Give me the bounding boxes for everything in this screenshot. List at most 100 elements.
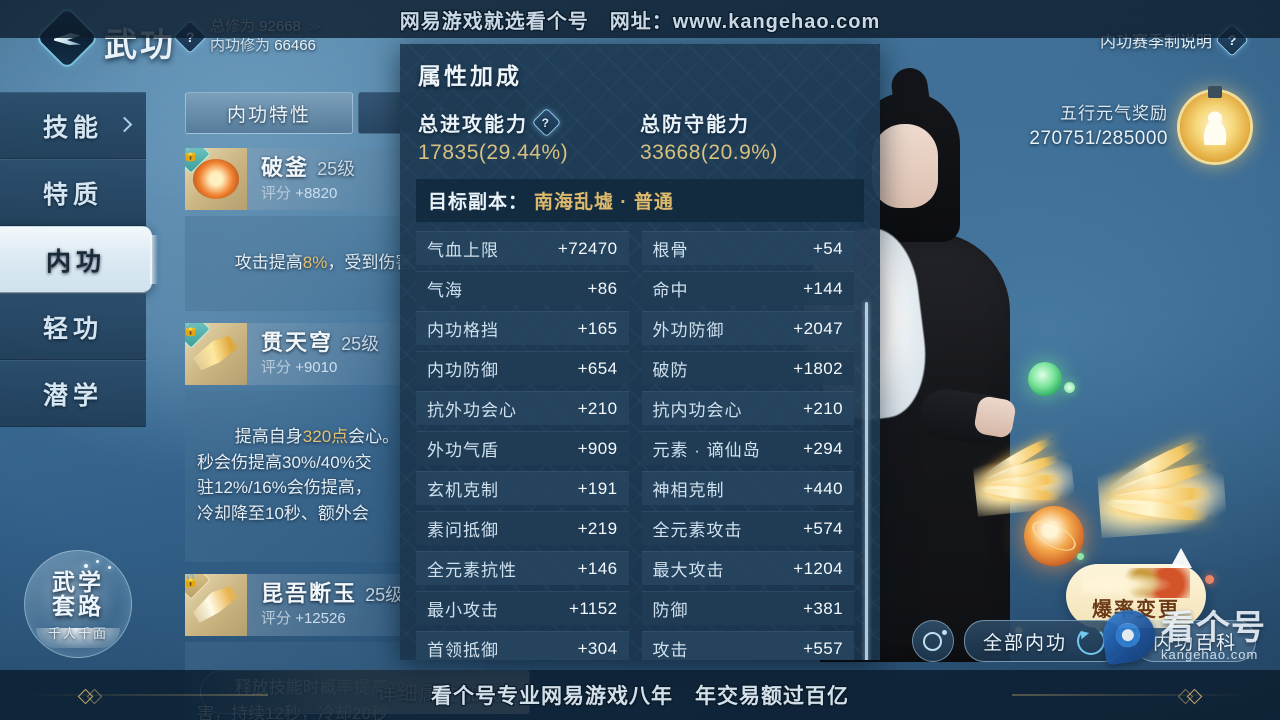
stat-value: +72470: [557, 238, 618, 258]
stat-name: 最小攻击: [427, 601, 499, 620]
skill-score-label: 评分: [261, 359, 292, 377]
watermark-top-text: 网易游戏就选看个号 网址：www.kangehao.com: [399, 10, 881, 33]
skill-level: 25级: [365, 584, 404, 605]
emblem-title-line2: 套路: [52, 593, 104, 620]
loot-items-icon: [1082, 568, 1190, 598]
stat-name: 外功防御: [652, 321, 725, 340]
sidebar-item-traits[interactable]: 特质: [0, 159, 146, 226]
stat-name: 气海: [427, 281, 463, 300]
skill-name-text: 贯天穹: [261, 329, 334, 355]
stat-value: +574: [803, 518, 843, 538]
table-row: 抗内功会心 +210: [641, 391, 854, 425]
sidebar-item-label: 内功: [45, 247, 106, 276]
inner-cultivation-label: 内功修为: [210, 36, 271, 54]
stat-value: +165: [577, 318, 618, 338]
skill-name: 破釜 25级: [261, 154, 355, 182]
refresh-icon[interactable]: [1076, 627, 1105, 655]
skill-icon: 🔓: [185, 148, 247, 210]
table-row: 内功格挡 +165: [416, 311, 629, 345]
table-row: 攻击 +557: [641, 631, 854, 660]
sparkle-icon: [84, 564, 88, 568]
stat-value: +294: [803, 438, 843, 458]
stat-value: +909: [577, 438, 618, 458]
panel-scrollbar[interactable]: [865, 302, 868, 660]
table-row: 命中 +144: [641, 271, 854, 305]
five-element-reward[interactable]: 五行元气奖励 270751/285000: [1029, 86, 1250, 162]
total-attack-label: 总进攻能力: [418, 114, 528, 136]
inner-cultivation-value: 66466: [274, 36, 316, 54]
help-glyph: ?: [541, 115, 552, 130]
ornament-line-left: [28, 694, 268, 696]
table-row: 破防 +1802: [641, 351, 854, 385]
chevron-right-icon: [116, 116, 133, 132]
skill-score-label: 评分: [261, 184, 292, 202]
emblem-subtitle: 千人千面: [47, 626, 108, 641]
stat-value: +1204: [793, 558, 843, 578]
sidebar-item-label: 轻功: [42, 314, 103, 343]
stat-value: +1802: [793, 358, 843, 378]
skill-score-label: 评分: [261, 610, 292, 628]
table-row: 最小攻击 +1152: [416, 591, 629, 625]
skill-level: 25级: [341, 333, 380, 354]
skill-score-value: +8820: [295, 184, 338, 202]
total-defense-ability: 总防守能力 33668(20.9%): [640, 108, 862, 165]
sparkle-icon: [96, 560, 99, 563]
target-dungeon-label: 目标副本：: [428, 192, 529, 213]
stat-name: 全元素抗性: [427, 561, 517, 580]
tab-inner-power-traits[interactable]: 内功特性: [185, 92, 353, 134]
table-row: 玄机克制 +191: [416, 471, 629, 505]
stat-value: +440: [803, 478, 843, 498]
sidebar-item-skills[interactable]: 技能: [0, 92, 146, 159]
watermark-bottom-bar: 看个号专业网易游戏八年 年交易额过百亿: [0, 670, 1280, 720]
skill-name: 贯天穹 25级: [261, 329, 379, 357]
stat-name: 最大攻击: [652, 561, 725, 580]
all-inner-power-button[interactable]: 全部内功: [963, 620, 1124, 662]
orb-notch: [1208, 86, 1222, 98]
stat-name: 内功格挡: [427, 321, 499, 340]
target-dungeon-selector[interactable]: 目标副本： 南海乱墟 · 普通: [416, 179, 864, 222]
stat-value: +54: [812, 238, 843, 258]
skill-name-text: 昆吾断玉: [261, 580, 358, 606]
panel-body: 总进攻能力 ? 17835(29.44%) 总防守能力 33668(20.9%)…: [400, 102, 880, 660]
watermark-bottom-text: 看个号专业网易游戏八年 年交易额过百亿: [431, 685, 849, 708]
total-attack-value: 17835(29.44%): [418, 141, 569, 164]
unlock-icon: 🔓: [185, 322, 211, 349]
table-row: 元素 · 谪仙岛 +294: [641, 431, 854, 465]
table-row: 全元素抗性 +146: [416, 551, 629, 585]
stat-value: +381: [803, 598, 843, 618]
table-row: 根骨 +54: [641, 231, 854, 265]
corner-logo-text: 看个号: [1161, 609, 1266, 647]
settings-orbit-button[interactable]: [911, 620, 954, 662]
table-row: 外功防御 +2047: [641, 311, 854, 345]
sidebar-item-inner-power[interactable]: 内功: [0, 226, 158, 293]
up-arrow-icon: [1170, 548, 1192, 568]
stat-name: 玄机克制: [427, 481, 499, 500]
skill-score: 评分 +12526: [261, 610, 403, 629]
skill-icon: 🔓: [185, 322, 247, 385]
stat-name: 根骨: [652, 241, 689, 260]
martial-routine-emblem[interactable]: 武学 套路 千人千面: [24, 550, 132, 658]
game-screen: 爆率变更 武功 ? 总修为 92668 ≫ 内功修为 66466: [0, 0, 1280, 720]
total-attack-ability: 总进攻能力 ? 17835(29.44%): [418, 107, 640, 165]
stat-name: 气血上限: [427, 241, 499, 260]
total-defense-label-row: 总防守能力: [640, 108, 862, 137]
sparkle-icon: [108, 566, 111, 569]
tab-label: 内功特性: [226, 104, 311, 126]
stat-name: 攻击: [652, 641, 689, 660]
stat-value: +219: [577, 518, 618, 538]
stat-value: +557: [803, 638, 843, 658]
sidebar-item-lightness[interactable]: 轻功: [0, 293, 146, 360]
stat-name: 防御: [652, 601, 689, 620]
meditation-orb-icon[interactable]: [1180, 86, 1250, 162]
attack-help-icon[interactable]: ?: [531, 107, 562, 138]
all-inner-power-label: 全部内功: [982, 632, 1067, 654]
ornament-diamond-left-2: [86, 688, 103, 705]
sidebar-item-latent-study[interactable]: 潜学: [0, 360, 146, 427]
corner-logo-url: kangehao.com: [1161, 647, 1259, 662]
stat-value: +654: [577, 358, 618, 378]
table-row: 最大攻击 +1204: [641, 551, 854, 585]
stat-name: 抗外功会心: [427, 401, 517, 420]
sidebar-item-label: 潜学: [42, 381, 103, 410]
desc-highlight: 8%: [302, 252, 328, 272]
total-defense-value: 33668(20.9%): [640, 141, 778, 164]
